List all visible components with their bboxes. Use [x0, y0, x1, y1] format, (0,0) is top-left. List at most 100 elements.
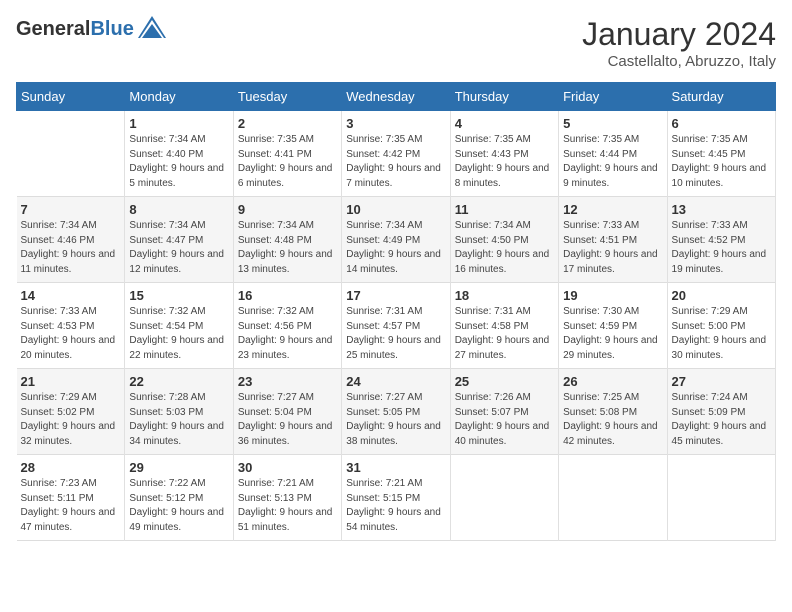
day-detail: Sunrise: 7:27 AMSunset: 5:04 PMDaylight:…: [238, 391, 337, 449]
location-subtitle: Castellalto, Abruzzo, Italy: [582, 53, 776, 70]
day-number: 25: [455, 374, 554, 389]
calendar-cell: 17 Sunrise: 7:31 AMSunset: 4:57 PMDayligh…: [342, 283, 450, 369]
logo: GeneralBlue: [16, 16, 166, 43]
calendar-cell: 1 Sunrise: 7:34 AMSunset: 4:40 PMDaylight…: [125, 111, 233, 197]
day-number: 2: [238, 116, 337, 131]
day-number: 10: [346, 202, 445, 217]
day-detail: Sunrise: 7:31 AMSunset: 4:57 PMDaylight:…: [346, 305, 445, 363]
day-detail: Sunrise: 7:32 AMSunset: 4:56 PMDaylight:…: [238, 305, 337, 363]
day-number: 3: [346, 116, 445, 131]
day-detail: Sunrise: 7:35 AMSunset: 4:41 PMDaylight:…: [238, 133, 337, 191]
calendar-cell: 11 Sunrise: 7:34 AMSunset: 4:50 PMDayligh…: [450, 197, 558, 283]
calendar-cell: [450, 455, 558, 541]
day-number: 26: [563, 374, 662, 389]
day-detail: Sunrise: 7:33 AMSunset: 4:52 PMDaylight:…: [672, 219, 771, 277]
title-block: January 2024 Castellalto, Abruzzo, Italy: [582, 16, 776, 70]
calendar-cell: 13 Sunrise: 7:33 AMSunset: 4:52 PMDayligh…: [667, 197, 775, 283]
day-number: 20: [672, 288, 771, 303]
calendar-table: SundayMondayTuesdayWednesdayThursdayFrid…: [16, 82, 776, 541]
calendar-cell: 23 Sunrise: 7:27 AMSunset: 5:04 PMDayligh…: [233, 369, 341, 455]
calendar-cell: 4 Sunrise: 7:35 AMSunset: 4:43 PMDaylight…: [450, 111, 558, 197]
week-row-4: 21 Sunrise: 7:29 AMSunset: 5:02 PMDayligh…: [17, 369, 776, 455]
calendar-cell: 2 Sunrise: 7:35 AMSunset: 4:41 PMDaylight…: [233, 111, 341, 197]
logo-blue: Blue: [90, 18, 133, 40]
logo-text: GeneralBlue: [16, 18, 134, 41]
day-detail: Sunrise: 7:29 AMSunset: 5:02 PMDaylight:…: [21, 391, 121, 449]
day-number: 17: [346, 288, 445, 303]
day-detail: Sunrise: 7:34 AMSunset: 4:50 PMDaylight:…: [455, 219, 554, 277]
day-detail: Sunrise: 7:35 AMSunset: 4:43 PMDaylight:…: [455, 133, 554, 191]
calendar-cell: 20 Sunrise: 7:29 AMSunset: 5:00 PMDayligh…: [667, 283, 775, 369]
day-detail: Sunrise: 7:23 AMSunset: 5:11 PMDaylight:…: [21, 477, 121, 535]
day-detail: Sunrise: 7:27 AMSunset: 5:05 PMDaylight:…: [346, 391, 445, 449]
day-number: 22: [129, 374, 228, 389]
calendar-cell: 8 Sunrise: 7:34 AMSunset: 4:47 PMDaylight…: [125, 197, 233, 283]
calendar-cell: [17, 111, 125, 197]
day-number: 8: [129, 202, 228, 217]
calendar-cell: 26 Sunrise: 7:25 AMSunset: 5:08 PMDayligh…: [559, 369, 667, 455]
day-detail: Sunrise: 7:33 AMSunset: 4:51 PMDaylight:…: [563, 219, 662, 277]
day-detail: Sunrise: 7:35 AMSunset: 4:42 PMDaylight:…: [346, 133, 445, 191]
day-number: 24: [346, 374, 445, 389]
day-detail: Sunrise: 7:28 AMSunset: 5:03 PMDaylight:…: [129, 391, 228, 449]
day-number: 12: [563, 202, 662, 217]
calendar-cell: 14Sunrise: 7:33 AMSunset: 4:53 PMDayligh…: [17, 283, 125, 369]
calendar-cell: 7Sunrise: 7:34 AMSunset: 4:46 PMDaylight…: [17, 197, 125, 283]
calendar-cell: 16 Sunrise: 7:32 AMSunset: 4:56 PMDayligh…: [233, 283, 341, 369]
day-number: 7: [21, 202, 121, 217]
day-detail: Sunrise: 7:34 AMSunset: 4:40 PMDaylight:…: [129, 133, 228, 191]
calendar-cell: 10 Sunrise: 7:34 AMSunset: 4:49 PMDayligh…: [342, 197, 450, 283]
day-header-friday: Friday: [559, 83, 667, 111]
day-number: 31: [346, 460, 445, 475]
day-number: 6: [672, 116, 771, 131]
day-detail: Sunrise: 7:25 AMSunset: 5:08 PMDaylight:…: [563, 391, 662, 449]
day-number: 30: [238, 460, 337, 475]
day-number: 28: [21, 460, 121, 475]
calendar-cell: 21 Sunrise: 7:29 AMSunset: 5:02 PMDayligh…: [17, 369, 125, 455]
calendar-cell: 28 Sunrise: 7:23 AMSunset: 5:11 PMDayligh…: [17, 455, 125, 541]
calendar-cell: [667, 455, 775, 541]
calendar-cell: 24 Sunrise: 7:27 AMSunset: 5:05 PMDayligh…: [342, 369, 450, 455]
week-row-3: 14Sunrise: 7:33 AMSunset: 4:53 PMDayligh…: [17, 283, 776, 369]
calendar-cell: 25Sunrise: 7:26 AMSunset: 5:07 PMDayligh…: [450, 369, 558, 455]
day-number: 16: [238, 288, 337, 303]
page-header: GeneralBlue January 2024 Castellalto, Ab…: [16, 16, 776, 70]
day-header-sunday: Sunday: [17, 83, 125, 111]
day-number: 23: [238, 374, 337, 389]
calendar-cell: 5Sunrise: 7:35 AMSunset: 4:44 PMDaylight…: [559, 111, 667, 197]
day-detail: Sunrise: 7:35 AMSunset: 4:44 PMDaylight:…: [563, 133, 662, 191]
month-year-title: January 2024: [582, 16, 776, 53]
day-header-tuesday: Tuesday: [233, 83, 341, 111]
day-detail: Sunrise: 7:35 AMSunset: 4:45 PMDaylight:…: [672, 133, 771, 191]
day-detail: Sunrise: 7:30 AMSunset: 4:59 PMDaylight:…: [563, 305, 662, 363]
day-detail: Sunrise: 7:34 AMSunset: 4:49 PMDaylight:…: [346, 219, 445, 277]
calendar-cell: 29Sunrise: 7:22 AMSunset: 5:12 PMDayligh…: [125, 455, 233, 541]
day-number: 1: [129, 116, 228, 131]
day-number: 13: [672, 202, 771, 217]
day-number: 27: [672, 374, 771, 389]
calendar-cell: [559, 455, 667, 541]
day-detail: Sunrise: 7:33 AMSunset: 4:53 PMDaylight:…: [21, 305, 121, 363]
day-number: 11: [455, 202, 554, 217]
day-number: 18: [455, 288, 554, 303]
week-row-5: 28 Sunrise: 7:23 AMSunset: 5:11 PMDayligh…: [17, 455, 776, 541]
calendar-cell: 3 Sunrise: 7:35 AMSunset: 4:42 PMDaylight…: [342, 111, 450, 197]
day-number: 21: [21, 374, 121, 389]
day-detail: Sunrise: 7:21 AMSunset: 5:13 PMDaylight:…: [238, 477, 337, 535]
day-number: 4: [455, 116, 554, 131]
day-detail: Sunrise: 7:29 AMSunset: 5:00 PMDaylight:…: [672, 305, 771, 363]
calendar-cell: 30 Sunrise: 7:21 AMSunset: 5:13 PMDayligh…: [233, 455, 341, 541]
calendar-cell: 27 Sunrise: 7:24 AMSunset: 5:09 PMDayligh…: [667, 369, 775, 455]
logo-general: General: [16, 18, 90, 40]
day-detail: Sunrise: 7:34 AMSunset: 4:48 PMDaylight:…: [238, 219, 337, 277]
calendar-cell: 15Sunrise: 7:32 AMSunset: 4:54 PMDayligh…: [125, 283, 233, 369]
day-header-monday: Monday: [125, 83, 233, 111]
day-detail: Sunrise: 7:32 AMSunset: 4:54 PMDaylight:…: [129, 305, 228, 363]
calendar-cell: 31Sunrise: 7:21 AMSunset: 5:15 PMDayligh…: [342, 455, 450, 541]
calendar-cell: 22 Sunrise: 7:28 AMSunset: 5:03 PMDayligh…: [125, 369, 233, 455]
day-detail: Sunrise: 7:34 AMSunset: 4:47 PMDaylight:…: [129, 219, 228, 277]
day-header-thursday: Thursday: [450, 83, 558, 111]
logo-icon: [138, 16, 166, 43]
day-detail: Sunrise: 7:24 AMSunset: 5:09 PMDaylight:…: [672, 391, 771, 449]
day-number: 19: [563, 288, 662, 303]
